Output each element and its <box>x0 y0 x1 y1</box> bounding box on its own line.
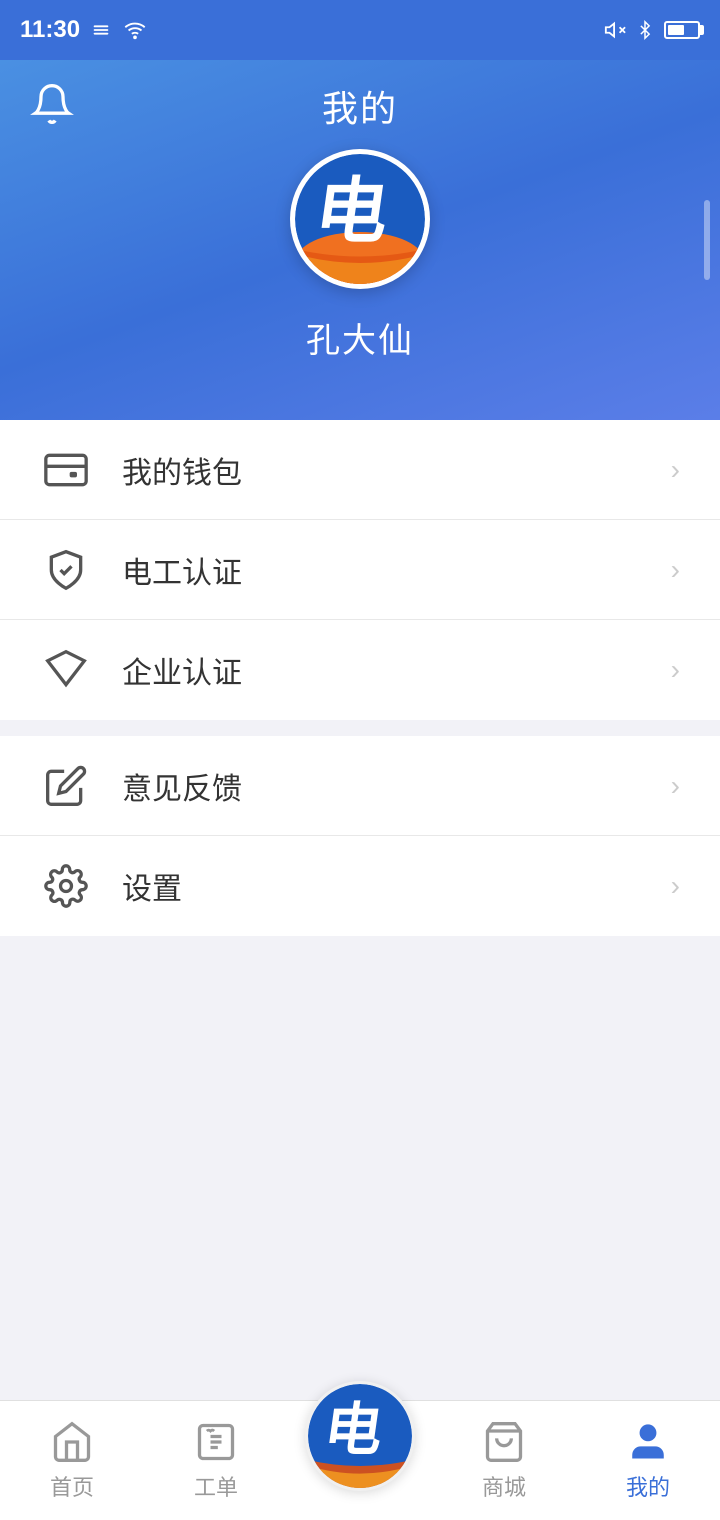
home-icon <box>50 1420 94 1464</box>
status-left: 11:30 <box>20 16 148 44</box>
settings-icon <box>40 860 92 912</box>
status-right <box>604 19 700 41</box>
menu-section-1: 我的钱包 › 电工认证 › 企业认证 › <box>0 420 720 720</box>
empty-gray-area <box>0 936 720 1216</box>
menu-item-feedback[interactable]: 意见反馈 › <box>0 736 720 836</box>
wallet-label: 我的钱包 <box>122 448 242 492</box>
bluetooth-icon <box>636 19 654 41</box>
shop-nav-label: 商城 <box>482 1470 526 1502</box>
mine-icon <box>626 1420 670 1464</box>
feedback-arrow: › <box>671 770 680 802</box>
shop-icon <box>482 1420 526 1464</box>
settings-label: 设置 <box>122 864 182 908</box>
wifi-icon <box>122 19 148 41</box>
nav-item-home[interactable]: 首页 <box>0 1420 144 1502</box>
electrician-cert-arrow: › <box>671 554 680 586</box>
shield-check-icon <box>40 544 92 596</box>
svg-text:电: 电 <box>320 1398 387 1462</box>
menu-item-settings[interactable]: 设置 › <box>0 836 720 936</box>
menu-item-wallet[interactable]: 我的钱包 › <box>0 420 720 520</box>
menu-item-electrician-cert[interactable]: 电工认证 › <box>0 520 720 620</box>
avatar[interactable]: 电 <box>290 149 430 289</box>
nav-item-shop[interactable]: 商城 <box>432 1420 576 1502</box>
wallet-arrow: › <box>671 454 680 486</box>
company-cert-arrow: › <box>671 654 680 686</box>
nav-item-mine[interactable]: 我的 <box>576 1420 720 1502</box>
settings-arrow: › <box>671 870 680 902</box>
center-logo: 电 <box>305 1381 415 1491</box>
bottom-nav: 首页 工单 电 商城 我 <box>0 1400 720 1520</box>
user-name: 孔大仙 <box>306 313 414 362</box>
time-display: 11:30 <box>20 16 80 44</box>
workorder-icon <box>194 1420 238 1464</box>
wallet-icon <box>40 444 92 496</box>
menu-section-2: 意见反馈 › 设置 › <box>0 736 720 936</box>
scroll-indicator <box>704 200 710 280</box>
company-cert-label: 企业认证 <box>122 648 242 692</box>
section-divider <box>0 720 720 736</box>
close-icon <box>90 19 112 41</box>
nav-center-button[interactable]: 电 <box>288 1381 432 1491</box>
menu-list: 我的钱包 › 电工认证 › 企业认证 › <box>0 420 720 936</box>
home-nav-label: 首页 <box>50 1470 94 1502</box>
svg-text:电: 电 <box>310 172 393 252</box>
menu-item-company-cert[interactable]: 企业认证 › <box>0 620 720 720</box>
sound-icon <box>604 19 626 41</box>
diamond-icon <box>40 644 92 696</box>
status-bar: 11:30 <box>0 0 720 60</box>
bell-icon[interactable] <box>30 82 74 131</box>
edit-icon <box>40 760 92 812</box>
battery-icon <box>664 21 700 39</box>
profile-header: 我的 电 <box>0 60 720 420</box>
nav-item-workorder[interactable]: 工单 <box>144 1420 288 1502</box>
workorder-nav-label: 工单 <box>194 1470 238 1502</box>
mine-nav-label: 我的 <box>626 1470 670 1502</box>
page-title: 我的 <box>322 80 398 132</box>
electrician-cert-label: 电工认证 <box>122 548 242 592</box>
feedback-label: 意见反馈 <box>122 764 242 808</box>
